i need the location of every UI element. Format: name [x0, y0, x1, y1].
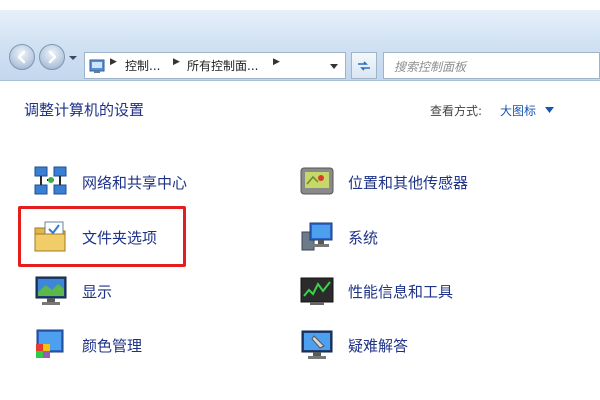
item-label: 性能信息和工具	[348, 282, 454, 301]
item-color-management[interactable]: 颜色管理	[32, 325, 142, 365]
performance-icon	[300, 277, 334, 305]
item-label: 网络和共享中心	[82, 173, 188, 192]
chevron-right-icon[interactable]: ▶	[273, 57, 280, 67]
troubleshooting-icon	[301, 330, 333, 359]
item-label: 显示	[82, 282, 113, 301]
breadcrumb[interactable]: ▶ 控制... ▶ 所有控制面... ▶	[84, 52, 346, 79]
location-sensors-icon	[300, 167, 334, 195]
chevron-right-icon[interactable]: ▶	[173, 57, 180, 67]
control-panel-window: ▶ 控制... ▶ 所有控制面... ▶ 搜索控制面板 调整计算机的设置 查看方…	[0, 10, 600, 370]
item-system[interactable]: 系统	[298, 217, 378, 257]
forward-button[interactable]	[39, 44, 65, 70]
chevron-right-icon[interactable]: ▶	[110, 57, 117, 67]
control-panel-icon	[89, 59, 105, 73]
highlight-box	[18, 206, 186, 267]
color-management-icon	[36, 329, 64, 358]
breadcrumb-item-all-items[interactable]: 所有控制面...	[187, 57, 258, 74]
refresh-icon	[358, 60, 370, 71]
system-icon	[301, 222, 333, 251]
display-icon	[35, 276, 67, 305]
item-location-sensors[interactable]: 位置和其他传感器	[298, 162, 468, 202]
address-dropdown-icon[interactable]	[329, 63, 339, 70]
breadcrumb-item-control[interactable]: 控制...	[125, 57, 160, 74]
item-display[interactable]: 显示	[32, 271, 112, 311]
arrow-left-icon	[17, 50, 26, 64]
item-network-sharing[interactable]: 网络和共享中心	[32, 162, 187, 202]
view-by-label: 查看方式:	[430, 104, 483, 118]
item-label: 位置和其他传感器	[348, 173, 469, 192]
view-by-dropdown[interactable]: 大图标	[500, 102, 536, 119]
page-title: 调整计算机的设置	[24, 101, 145, 119]
history-dropdown-icon[interactable]	[68, 54, 78, 62]
arrow-right-icon	[48, 50, 57, 64]
address-bar: ▶ 控制... ▶ 所有控制面... ▶ 搜索控制面板	[0, 10, 600, 81]
network-sharing-icon	[34, 166, 67, 195]
chevron-down-icon[interactable]	[545, 107, 554, 113]
search-input[interactable]: 搜索控制面板	[383, 52, 600, 79]
item-label: 疑难解答	[348, 336, 409, 355]
item-label: 颜色管理	[82, 336, 143, 355]
item-performance[interactable]: 性能信息和工具	[298, 271, 453, 311]
back-button[interactable]	[9, 44, 35, 70]
item-label: 系统	[348, 228, 379, 247]
item-troubleshooting[interactable]: 疑难解答	[298, 325, 408, 365]
refresh-button[interactable]	[351, 52, 377, 79]
main-content: 调整计算机的设置 查看方式: 大图标 网络和共享中心 位置和其他传感器 文件夹选…	[0, 81, 600, 370]
